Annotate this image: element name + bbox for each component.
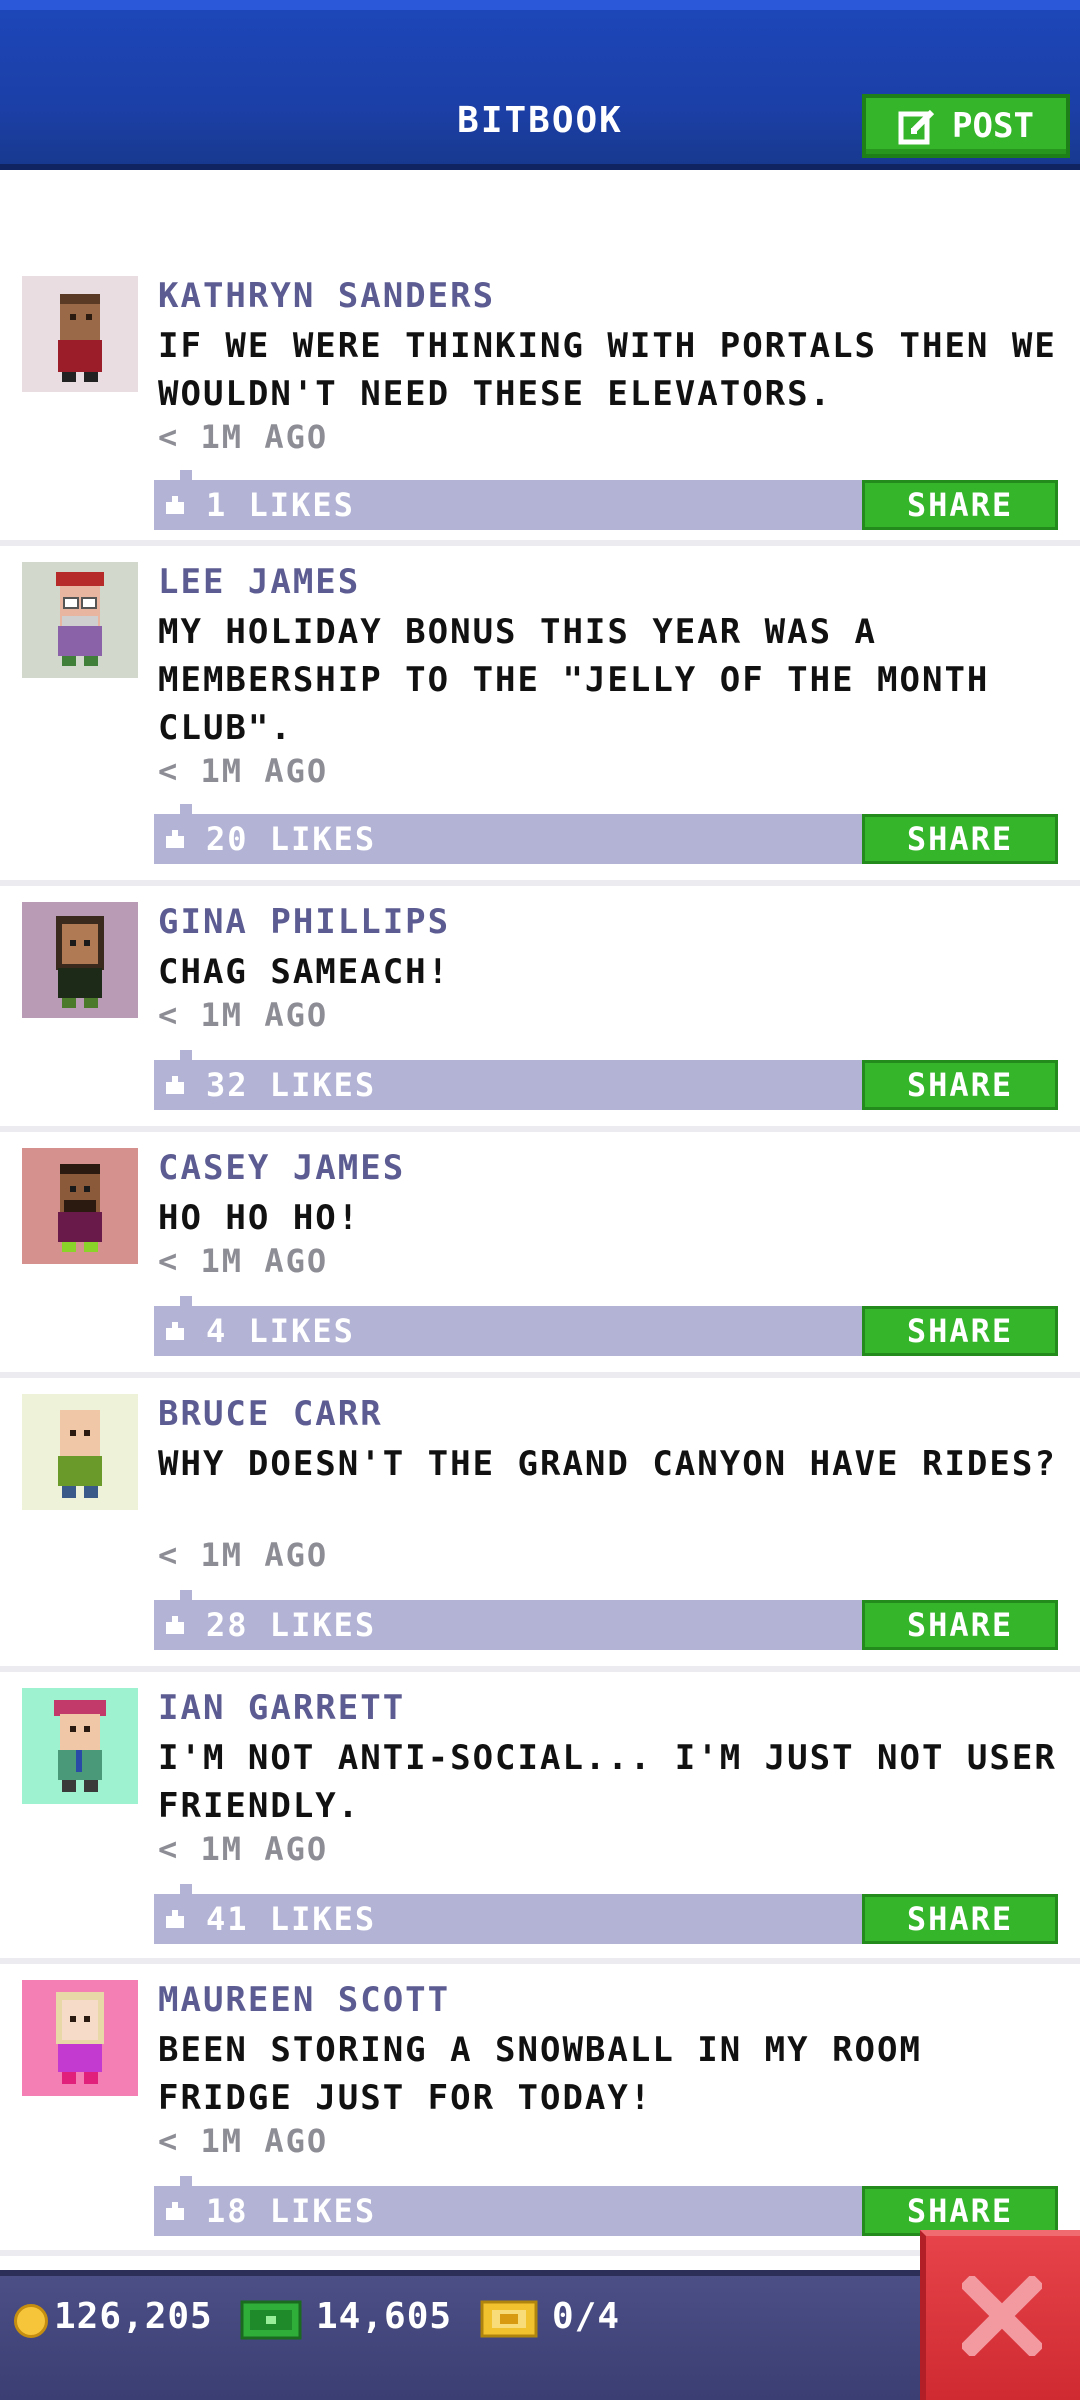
likes-tab: [180, 1884, 192, 1894]
likes-tab: [180, 470, 192, 480]
post-timestamp: < 1M AGO: [158, 1536, 329, 1574]
post-text: I'M NOT ANTI-SOCIAL... I'M JUST NOT USER…: [158, 1738, 1057, 1826]
likes-tab: [180, 1296, 192, 1306]
person-avatar-icon: [56, 1992, 104, 2084]
ticket-icon: [480, 2300, 538, 2338]
person-avatar-icon: [58, 1164, 102, 1252]
avatar: [22, 1148, 138, 1264]
person-avatar-icon: [56, 916, 104, 1008]
thumbs-up-icon[interactable]: [164, 494, 186, 516]
thumbs-up-icon[interactable]: [164, 1614, 186, 1636]
thumbs-up-icon[interactable]: [164, 1074, 186, 1096]
avatar: [22, 1980, 138, 2096]
ticket-count: 0/4: [552, 2296, 621, 2337]
post-author[interactable]: GINA PHILLIPS: [158, 902, 450, 942]
like-count: 41 LIKES: [206, 1900, 377, 1938]
like-count: 1 LIKES: [206, 486, 355, 524]
avatar: [22, 902, 138, 1018]
like-count: 28 LIKES: [206, 1606, 377, 1644]
share-button[interactable]: SHARE: [862, 1894, 1058, 1944]
coin-icon: [14, 2304, 48, 2338]
post-timestamp: < 1M AGO: [158, 752, 329, 790]
post-author[interactable]: IAN GARRETT: [158, 1688, 405, 1728]
likes-bar: 18 LIKES SHARE: [154, 2176, 1058, 2236]
likes-bar: 28 LIKES SHARE: [154, 1590, 1058, 1650]
coin-count: 126,205: [54, 2296, 213, 2337]
post-timestamp: < 1M AGO: [158, 996, 329, 1034]
post-author[interactable]: CASEY JAMES: [158, 1148, 405, 1188]
feed-post: GINA PHILLIPS CHAG SAMEACH! < 1M AGO 32 …: [0, 886, 1080, 1132]
compose-icon: [898, 109, 935, 145]
share-button[interactable]: SHARE: [862, 1600, 1058, 1650]
share-button[interactable]: SHARE: [862, 814, 1058, 864]
avatar: [22, 276, 138, 392]
likes-bar: 41 LIKES SHARE: [154, 1884, 1058, 1944]
feed-post: MAUREEN SCOTT BEEN STORING A SNOWBALL IN…: [0, 1964, 1080, 2256]
share-button[interactable]: SHARE: [862, 1306, 1058, 1356]
person-avatar-icon: [56, 572, 104, 666]
post-text: IF WE WERE THINKING WITH PORTALS THEN WE…: [158, 326, 1057, 414]
person-avatar-icon: [58, 294, 102, 382]
post-text: BEEN STORING A SNOWBALL IN MY ROOM FRIDG…: [158, 2030, 922, 2118]
likes-tab: [180, 2176, 192, 2186]
thumbs-up-icon[interactable]: [164, 1908, 186, 1930]
post-button-label: POST: [952, 106, 1034, 146]
likes-tab: [180, 1050, 192, 1060]
feed-post: LEE JAMES MY HOLIDAY BONUS THIS YEAR WAS…: [0, 546, 1080, 886]
close-icon: [962, 2276, 1042, 2356]
post-timestamp: < 1M AGO: [158, 1830, 329, 1868]
share-button[interactable]: SHARE: [862, 1060, 1058, 1110]
post-button[interactable]: POST: [862, 94, 1070, 158]
post-timestamp: < 1M AGO: [158, 2122, 329, 2160]
post-text: MY HOLIDAY BONUS THIS YEAR WAS A MEMBERS…: [158, 612, 990, 748]
avatar: [22, 1394, 138, 1510]
post-text: WHY DOESN'T THE GRAND CANYON HAVE RIDES?: [158, 1444, 1057, 1484]
likes-bar: 20 LIKES SHARE: [154, 804, 1058, 864]
currency-bar: 126,205 14,605 0/4: [0, 2270, 1080, 2400]
share-button[interactable]: SHARE: [862, 2186, 1058, 2236]
avatar: [22, 562, 138, 678]
post-text: HO HO HO!: [158, 1198, 361, 1238]
news-feed[interactable]: KATHRYN SANDERS IF WE WERE THINKING WITH…: [0, 170, 1080, 2270]
likes-bar: 4 LIKES SHARE: [154, 1296, 1058, 1356]
feed-post: BRUCE CARR WHY DOESN'T THE GRAND CANYON …: [0, 1378, 1080, 1672]
post-author[interactable]: KATHRYN SANDERS: [158, 276, 495, 316]
top-bar: BITBOOK POST: [0, 0, 1080, 170]
bux-count: 14,605: [316, 2296, 453, 2337]
close-button[interactable]: [920, 2230, 1080, 2400]
share-button[interactable]: SHARE: [862, 480, 1058, 530]
bux-icon: [240, 2300, 302, 2340]
feed-post: CASEY JAMES HO HO HO! < 1M AGO 4 LIKES S…: [0, 1132, 1080, 1378]
like-count: 20 LIKES: [206, 820, 377, 858]
post-text: CHAG SAMEACH!: [158, 952, 451, 992]
thumbs-up-icon[interactable]: [164, 1320, 186, 1342]
likes-bar: 1 LIKES SHARE: [154, 470, 1058, 530]
like-count: 18 LIKES: [206, 2192, 377, 2230]
like-count: 4 LIKES: [206, 1312, 355, 1350]
feed-post: IAN GARRETT I'M NOT ANTI-SOCIAL... I'M J…: [0, 1672, 1080, 1964]
post-author[interactable]: BRUCE CARR: [158, 1394, 383, 1434]
person-avatar-icon: [54, 1700, 106, 1792]
thumbs-up-icon[interactable]: [164, 828, 186, 850]
like-count: 32 LIKES: [206, 1066, 377, 1104]
avatar: [22, 1688, 138, 1804]
post-author[interactable]: LEE JAMES: [158, 562, 360, 602]
likes-bar: 32 LIKES SHARE: [154, 1050, 1058, 1110]
feed-post: KATHRYN SANDERS IF WE WERE THINKING WITH…: [0, 260, 1080, 546]
person-avatar-icon: [58, 1410, 102, 1498]
likes-tab: [180, 804, 192, 814]
header-strip: [0, 0, 1080, 10]
post-timestamp: < 1M AGO: [158, 418, 329, 456]
thumbs-up-icon[interactable]: [164, 2200, 186, 2222]
post-timestamp: < 1M AGO: [158, 1242, 329, 1280]
likes-tab: [180, 1590, 192, 1600]
post-author[interactable]: MAUREEN SCOTT: [158, 1980, 450, 2020]
